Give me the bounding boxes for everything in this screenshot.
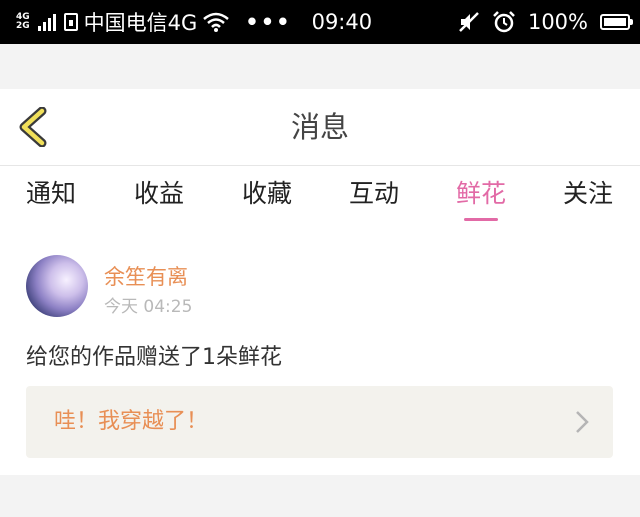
tab-label: 收藏 — [241, 179, 292, 208]
more-notifications-icon: ••• — [245, 10, 292, 34]
active-tab-indicator — [464, 218, 498, 221]
status-left: 4G 2G 中国电信4G ••• 09:40 — [16, 0, 372, 44]
tab-label: 收益 — [133, 179, 184, 208]
signal-icon — [37, 13, 56, 31]
tab-favorites[interactable]: 收藏 — [214, 166, 320, 229]
page-title: 消息 — [290, 110, 349, 144]
tab-label: 关注 — [562, 179, 613, 208]
tab-label: 鲜花 — [455, 179, 506, 208]
tab-interactions[interactable]: 互动 — [321, 166, 427, 229]
message-timestamp: 今天 04:25 — [104, 297, 193, 317]
work-link-card[interactable]: 哇！我穿越了！ — [26, 386, 613, 458]
network-type-bottom: 2G — [16, 21, 30, 31]
clock: 09:40 — [311, 10, 373, 34]
avatar[interactable] — [26, 255, 88, 317]
status-right: 100% — [458, 0, 633, 44]
tab-label: 互动 — [348, 179, 399, 208]
tab-bar: 通知 收益 收藏 互动 鲜花 关注 — [0, 166, 640, 229]
sim-icon — [63, 13, 78, 31]
tab-follows[interactable]: 关注 — [535, 166, 640, 229]
work-title: 哇！我穿越了！ — [54, 409, 209, 434]
network-type: 4G 2G — [16, 13, 30, 31]
chevron-right-icon — [576, 411, 589, 433]
message-item: 余笙有离 今天 04:25 给您的作品赠送了1朵鲜花 哇！我穿越了！ — [0, 229, 640, 475]
username-link[interactable]: 余笙有离 — [104, 261, 188, 291]
tab-earnings[interactable]: 收益 — [106, 166, 212, 229]
message-text: 给您的作品赠送了1朵鲜花 — [26, 345, 282, 370]
alarm-icon — [493, 11, 515, 33]
battery-icon — [600, 14, 633, 30]
mute-icon — [459, 12, 479, 32]
page-header: 消息 — [0, 89, 640, 166]
wifi-icon — [203, 12, 230, 32]
battery-percent: 100% — [527, 10, 588, 34]
tab-notifications[interactable]: 通知 — [0, 166, 102, 229]
status-bar: 4G 2G 中国电信4G ••• 09:40 100% — [0, 0, 640, 44]
carrier-name: 中国电信4G — [83, 11, 198, 35]
tab-flowers[interactable]: 鲜花 — [428, 166, 534, 229]
tab-label: 通知 — [25, 179, 76, 208]
